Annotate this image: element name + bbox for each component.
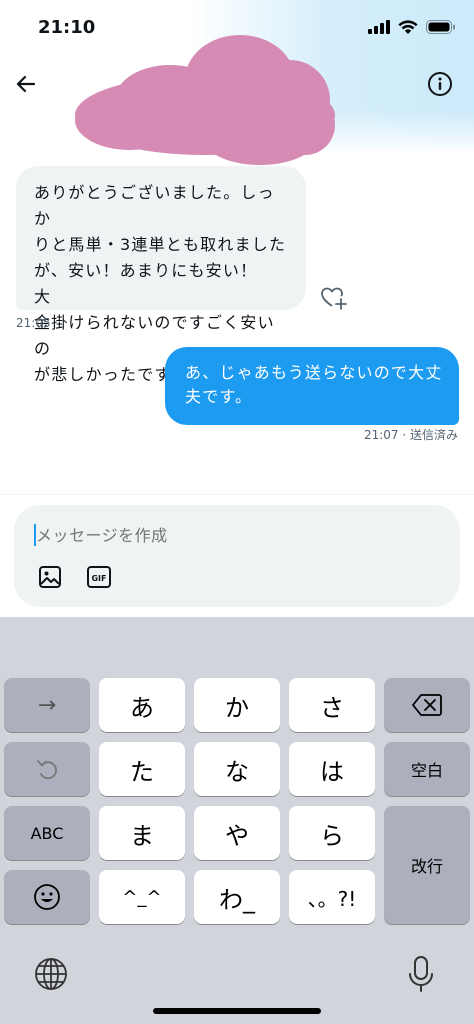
microphone-icon [409,956,433,992]
key-na[interactable]: な [194,742,280,796]
undo-icon [37,760,57,780]
key-punctuation[interactable]: 、。?! [289,870,375,924]
key-ra[interactable]: ら [289,806,375,860]
gif-icon: GIF [87,566,111,588]
heart-plus-icon [321,287,347,310]
arrow-right-icon: → [37,692,57,718]
back-button[interactable] [10,68,42,100]
arrow-left-icon [16,75,36,93]
key-wa[interactable]: わ_ [194,870,280,924]
key-return[interactable]: 改行 [384,806,470,924]
redaction-scribble [75,35,335,165]
media-button[interactable] [38,565,62,589]
add-reaction-button[interactable] [320,285,348,311]
key-space[interactable]: 空白 [384,742,470,796]
message-input[interactable] [36,522,396,548]
gif-label: GIF [91,574,106,583]
composer-divider [0,494,474,495]
japanese-keyboard: → あ か さ た な は 空白 ABC ま や ら 改行 ^_^ わ_ 、。?… [0,617,474,1024]
incoming-message-bubble[interactable]: ありがとうございました。しっか りと馬単・3連単とも取れました が、安い！あまり… [16,166,306,384]
image-icon [39,566,61,588]
signal-icon [368,20,390,34]
battery-icon [426,20,455,34]
key-a[interactable]: あ [99,678,185,732]
message-line: 夫です。 [185,387,253,406]
message-line: あ、じゃあもう送らないので大丈 [185,363,443,382]
key-ta[interactable]: た [99,742,185,796]
key-kaomoji[interactable]: ^_^ [99,870,185,924]
dictation-button[interactable] [408,955,434,993]
message-line: が、安い！あまりにも安い！ 大 [34,261,275,306]
key-abc[interactable]: ABC [4,806,90,860]
voice-message-button[interactable] [412,564,438,590]
key-ma[interactable]: ま [99,806,185,860]
gif-button[interactable]: GIF [87,566,111,588]
outgoing-message-time-status: 21:07 · 送信済み [363,428,458,442]
key-undo[interactable] [4,742,90,796]
key-sa[interactable]: さ [289,678,375,732]
key-delete[interactable] [384,678,470,732]
wifi-icon [398,20,418,34]
info-icon [428,72,452,96]
home-indicator [153,1008,321,1014]
emoji-icon [34,884,60,910]
status-icons [368,20,456,34]
voice-waveform-icon [413,565,437,589]
incoming-message-time: 21:05 [16,316,51,330]
backspace-icon [412,694,442,716]
key-ka[interactable]: か [194,678,280,732]
message-line: ありがとうございました。しっか [34,183,275,228]
outgoing-message-bubble[interactable]: あ、じゃあもう送らないので大丈 夫です。 [165,347,459,425]
key-emoji[interactable] [4,870,90,924]
globe-button[interactable] [34,957,68,991]
key-ha[interactable]: は [289,742,375,796]
key-ya[interactable]: や [194,806,280,860]
key-next-char[interactable]: → [4,678,90,732]
message-line: りと馬単・3連単とも取れました [34,235,287,254]
message-composer [14,505,460,607]
globe-icon [35,958,67,990]
conversation-info-button[interactable] [424,68,456,100]
